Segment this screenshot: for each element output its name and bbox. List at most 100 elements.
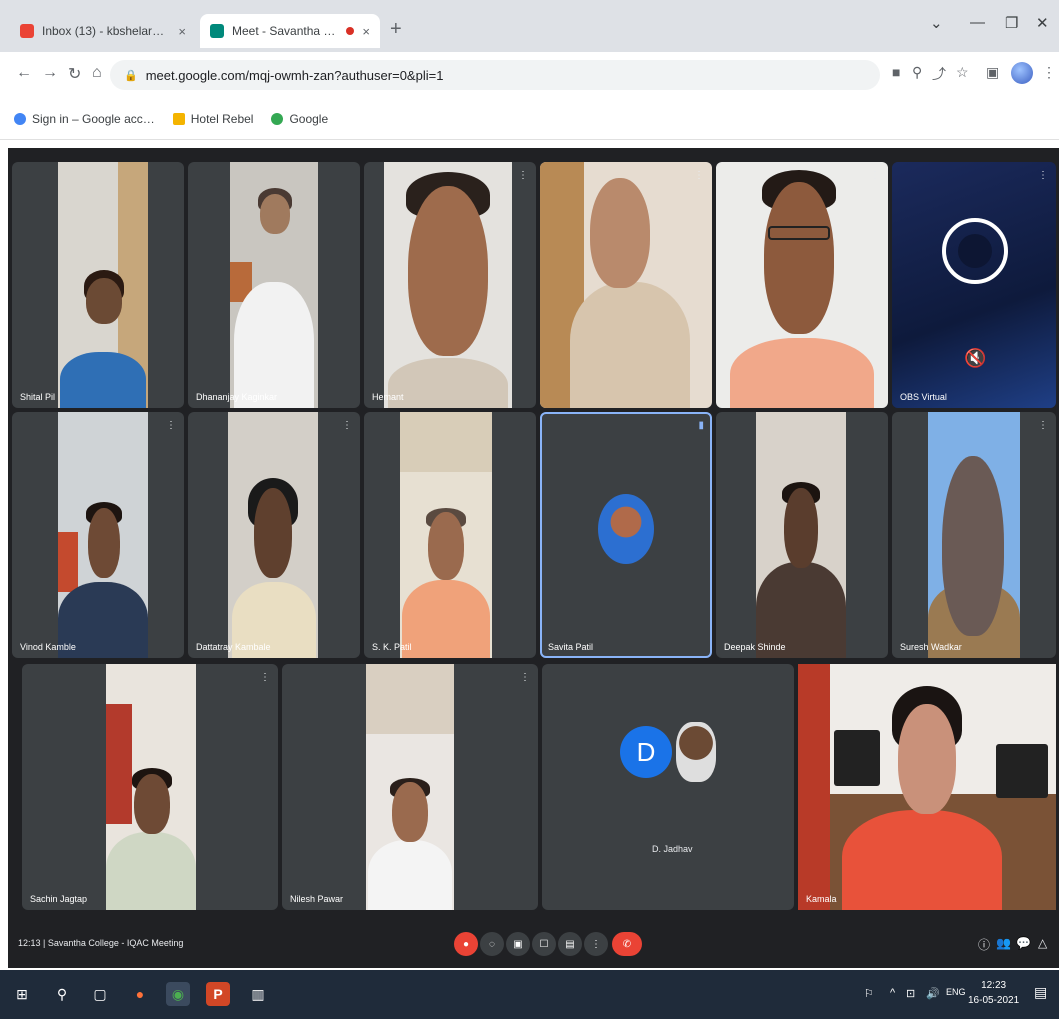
extensions-icon[interactable]: ▣ — [986, 64, 999, 81]
network-icon[interactable]: ⊡ — [906, 987, 915, 1000]
bookmark-item[interactable]: Hotel Rebel — [172, 111, 254, 126]
participant-tile[interactable]: S. K. Patil — [364, 412, 536, 658]
participant-name: Kamala — [806, 894, 837, 904]
participant-video — [400, 412, 492, 658]
raise-hand-button[interactable]: ☐ — [532, 932, 556, 956]
participant-tile[interactable]: Hemant ⋮ — [364, 162, 536, 408]
participant-video — [366, 664, 454, 910]
close-tab-icon[interactable]: × — [178, 24, 186, 39]
participant-tile[interactable]: Sachin Jagtap ⋮ — [22, 664, 278, 910]
volume-icon[interactable]: 🔊 — [926, 987, 940, 1000]
captions-button[interactable]: ▣ — [506, 932, 530, 956]
more-options-icon[interactable]: ⋮ — [166, 420, 176, 431]
participant-tile[interactable]: Suresh Wadkar ⋮ — [892, 412, 1056, 658]
more-options-icon[interactable]: ⋮ — [342, 420, 352, 431]
present-button[interactable]: ▤ — [558, 932, 582, 956]
participant-name: Dattatray Kambale — [196, 642, 271, 652]
minimize-button[interactable]: — — [970, 14, 985, 31]
more-options-icon[interactable]: ⋮ — [1038, 420, 1048, 431]
back-icon[interactable]: ← — [16, 64, 32, 82]
people-icon[interactable]: 👥 — [996, 936, 1011, 950]
tab-search-icon[interactable]: ⌄ — [930, 14, 943, 32]
camera-indicator-icon[interactable]: ■ — [892, 64, 900, 80]
recording-dot-icon — [346, 27, 355, 35]
share-icon[interactable]: ⤴ — [932, 64, 946, 84]
more-options-icon[interactable]: ⋮ — [870, 170, 880, 181]
file-explorer-icon[interactable]: ▥ — [246, 982, 270, 1006]
info-icon[interactable]: ⓘ — [978, 936, 990, 953]
participant-name: D. Jadhav — [652, 844, 693, 854]
participant-video — [756, 412, 846, 658]
forward-icon[interactable]: → — [42, 64, 58, 82]
more-options-button[interactable]: ⋮ — [584, 932, 608, 956]
bookmark-star-icon[interactable]: ☆ — [956, 64, 969, 81]
bookmark-label: Google — [289, 111, 329, 126]
new-tab-button[interactable]: + — [390, 18, 402, 41]
mic-toggle-button[interactable]: ● — [454, 932, 478, 956]
participant-tile[interactable]: Shital Pil — [12, 162, 184, 408]
clock-date: 16-05-2021 — [968, 995, 1020, 1006]
participant-name: Sachin Jagtap — [30, 894, 88, 904]
speaking-indicator-icon: ▮ — [698, 420, 704, 431]
participant-video — [716, 162, 888, 408]
participant-avatar — [676, 722, 716, 782]
bookmark-item[interactable]: Sign in – Google acc… — [14, 112, 155, 126]
close-tab-icon[interactable]: × — [362, 24, 370, 39]
activities-icon[interactable]: △ — [1038, 936, 1047, 950]
bookmark-label: Hotel Rebel — [190, 111, 254, 126]
bookmarks-bar: Sign in – Google acc… Hotel Rebel Google — [0, 98, 1059, 140]
show-hidden-icons[interactable]: ^ — [890, 987, 895, 999]
meet-grid: Shital Pil Dhananjay Kaginkar Hemant ⋮ ⋮… — [8, 148, 1059, 968]
google-g-icon — [14, 112, 26, 125]
people-tray-icon[interactable]: ⚐ — [864, 987, 874, 1000]
chrome-icon[interactable]: ◉ — [166, 982, 190, 1006]
chat-icon[interactable]: 💬 — [1016, 936, 1031, 950]
participant-tile[interactable]: ⋮ — [540, 162, 712, 408]
language-indicator[interactable]: ENG — [946, 987, 966, 997]
more-options-icon[interactable]: ⋮ — [260, 672, 270, 683]
firefox-icon[interactable]: ● — [128, 982, 152, 1006]
participant-tile[interactable]: Nilesh Pawar ⋮ — [282, 664, 538, 910]
meet-icon — [210, 24, 224, 38]
maximize-button[interactable]: ❐ — [1005, 14, 1018, 32]
tab-meet[interactable]: Meet - Savantha College × — [200, 14, 380, 48]
participant-tile[interactable]: Dattatray Kambale ⋮ — [188, 412, 360, 658]
participant-name: Suresh Wadkar — [900, 642, 962, 652]
menu-kebab-icon[interactable]: ⋮ — [1042, 64, 1056, 81]
participant-tile[interactable]: D D. Jadhav — [542, 664, 794, 910]
zoom-icon[interactable]: ⚲ — [912, 64, 922, 81]
participant-tile[interactable]: 🔇 OBS Virtual ⋮ — [892, 162, 1056, 408]
more-options-icon[interactable]: ⋮ — [520, 672, 530, 683]
tab-gmail[interactable]: Inbox (13) - kbshelar@gmail.com × — [10, 14, 196, 48]
profile-avatar[interactable] — [1011, 62, 1033, 84]
bookmark-item[interactable]: Google — [271, 112, 328, 126]
taskbar-clock[interactable]: 12:23 16-05-2021 — [968, 978, 1019, 1008]
search-icon[interactable]: ⚲ — [50, 982, 74, 1006]
reload-icon[interactable]: ↻ — [68, 64, 81, 84]
meeting-details[interactable]: 12:13 | Savantha College - IQAC Meeting — [18, 938, 183, 948]
participant-tile[interactable]: Vinod Kamble ⋮ — [12, 412, 184, 658]
more-options-icon[interactable]: ⋮ — [518, 170, 528, 181]
participant-tile[interactable]: Dhananjay Kaginkar — [188, 162, 360, 408]
google-g-icon — [271, 112, 284, 125]
home-icon[interactable]: ⌂ — [92, 64, 102, 82]
task-view-icon[interactable]: ▢ — [88, 982, 112, 1006]
participant-name: Nilesh Pawar — [290, 894, 344, 904]
more-options-icon[interactable]: ⋮ — [1038, 170, 1048, 181]
mic-off-icon: 🔇 — [964, 348, 987, 368]
active-speaker-tile[interactable]: Kamala — [798, 664, 1056, 910]
participant-tile[interactable]: Deepak Shinde — [716, 412, 888, 658]
browser-tab-strip: Inbox (13) - kbshelar@gmail.com × Meet -… — [0, 0, 1059, 52]
close-window-button[interactable]: ✕ — [1036, 14, 1049, 32]
more-options-icon[interactable]: ⋮ — [694, 170, 704, 181]
address-bar[interactable]: 🔒 meet.google.com/mqj-owmh-zan?authuser=… — [110, 60, 880, 90]
powerpoint-icon[interactable]: P — [206, 982, 230, 1006]
notifications-icon[interactable]: ▤ — [1034, 984, 1047, 1001]
camera-toggle-button[interactable]: ◌ — [480, 932, 504, 956]
participant-video — [540, 162, 712, 408]
windows-start-icon[interactable]: ⊞ — [10, 982, 34, 1006]
participant-tile[interactable]: ⋮ — [716, 162, 888, 408]
screen: Inbox (13) - kbshelar@gmail.com × Meet -… — [0, 0, 1059, 1019]
participant-tile[interactable]: Savita Patil ▮ — [540, 412, 712, 658]
leave-call-button[interactable]: ✆ — [612, 932, 642, 956]
